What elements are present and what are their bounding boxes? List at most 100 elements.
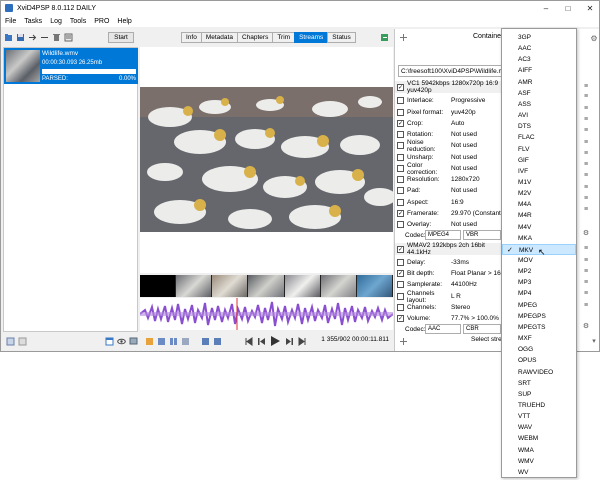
dropdown-item-m4r[interactable]: M4R — [502, 210, 576, 221]
grid-alt-icon[interactable] — [17, 336, 27, 346]
checkbox[interactable] — [397, 187, 404, 194]
checkbox[interactable]: ✓ — [397, 270, 404, 277]
dropdown-item-wma[interactable]: WMA — [502, 445, 576, 456]
dropdown-item-wv[interactable]: WV — [502, 467, 576, 478]
dropdown-item-mp4[interactable]: MP4 — [502, 288, 576, 299]
row-framerate[interactable]: ✓ Framerate: 29.970 (Constant) — [397, 208, 503, 219]
checkbox[interactable] — [397, 304, 404, 311]
grid-icon[interactable] — [5, 336, 15, 346]
dropdown-item-m4v[interactable]: M4V — [502, 222, 576, 233]
chevron-down-icon[interactable]: ▾ — [589, 336, 599, 346]
menu-tasks[interactable]: Tasks — [20, 18, 46, 25]
dropdown-item-ogg[interactable]: OGG — [502, 344, 576, 355]
checkbox[interactable] — [397, 281, 404, 288]
audio-stream-header[interactable]: ✓ WMAV2 192kbps 2ch 16bit 44.1kHz — [395, 242, 505, 256]
window-icon[interactable] — [104, 336, 114, 346]
add-icon[interactable] — [398, 32, 408, 42]
row-color-correction[interactable]: Color correction: Not used — [397, 162, 503, 176]
settings-bars-icon[interactable]: ≡ — [581, 116, 591, 124]
video-mode-select[interactable]: VBR — [463, 230, 501, 240]
video-codec-select[interactable]: MPEG4 — [425, 230, 461, 240]
settings-bars-icon[interactable]: ≡ — [581, 245, 591, 253]
settings-bars-icon[interactable]: ≡ — [581, 172, 591, 180]
minus-icon[interactable] — [39, 32, 49, 42]
tab-chapters[interactable]: Chapters — [236, 32, 274, 43]
dropdown-item-gif[interactable]: GIF — [502, 155, 576, 166]
filmstrip[interactable] — [140, 275, 393, 297]
settings-bars-icon[interactable]: ≡ — [581, 206, 591, 214]
settings-bars-icon[interactable]: ≡ — [581, 290, 591, 298]
checkbox[interactable] — [397, 176, 404, 183]
row-resolution[interactable]: Resolution: 1280x720 — [397, 174, 503, 185]
dropdown-item-opus[interactable]: OPUS — [502, 355, 576, 366]
settings-bars-icon[interactable]: ≡ — [581, 161, 591, 169]
row-channels-layout[interactable]: Channels layout: L R — [397, 290, 503, 304]
dropdown-item-mpeg[interactable]: MPEG — [502, 300, 576, 311]
tab-trim[interactable]: Trim — [272, 32, 296, 43]
dropdown-item-mpegps[interactable]: MPEGPS — [502, 311, 576, 322]
row-overlay[interactable]: Overlay: Not used — [397, 219, 503, 230]
row-volume[interactable]: ✓ Volume: 77.7% > 100.0% -... — [397, 313, 508, 324]
settings-bars-icon[interactable]: ≡ — [581, 150, 591, 158]
dropdown-item-m4a[interactable]: M4A — [502, 199, 576, 210]
dropdown-item-webm[interactable]: WEBM — [502, 433, 576, 444]
list-item[interactable]: Wildlife.wmv 00:00:30.093 26.25mb PARSED… — [4, 48, 138, 84]
dropdown-item-mp2[interactable]: MP2 — [502, 266, 576, 277]
checkbox[interactable] — [397, 259, 404, 266]
row-channels[interactable]: Channels: Stereo — [397, 302, 503, 313]
maximize-icon[interactable]: □ — [557, 1, 579, 15]
image-icon[interactable] — [144, 336, 154, 346]
menu-file[interactable]: File — [1, 18, 20, 25]
dropdown-item-rawvideo[interactable]: RAWVIDEO — [502, 367, 576, 378]
dropdown-item-3gp[interactable]: 3GP — [502, 32, 576, 43]
properties-icon[interactable] — [63, 32, 73, 42]
gear-icon[interactable]: ⚙ — [581, 323, 591, 331]
row-crop[interactable]: ✓ Crop: Auto — [397, 118, 503, 129]
checkbox[interactable] — [397, 131, 404, 138]
export-icon[interactable] — [379, 32, 389, 42]
dropdown-item-vtt[interactable]: VTT — [502, 411, 576, 422]
dropdown-item-avi[interactable]: AVI — [502, 110, 576, 121]
save-icon[interactable] — [15, 32, 25, 42]
source-path-field[interactable]: C:\freesoft100\XviD4PSP\Wildlife.mkv — [398, 65, 502, 77]
audio-codec-select[interactable]: AAC — [425, 324, 461, 334]
minimize-icon[interactable]: – — [535, 1, 557, 15]
settings-bars-icon[interactable]: ≡ — [581, 195, 591, 203]
audio-mode-select[interactable]: CBR — [463, 324, 501, 334]
screen-icon[interactable] — [128, 336, 138, 346]
close-icon[interactable]: ✕ — [579, 1, 599, 15]
video-stream-checkbox[interactable]: ✓ — [397, 83, 404, 91]
start-button[interactable]: Start — [108, 32, 134, 43]
checkbox[interactable]: ✓ — [397, 120, 404, 127]
settings-bars-icon[interactable]: ≡ — [581, 105, 591, 113]
checkbox[interactable] — [397, 97, 404, 104]
checkbox[interactable]: ✓ — [397, 210, 404, 217]
dropdown-item-amr[interactable]: AMR — [502, 77, 576, 88]
gear-icon[interactable]: ⚙ — [581, 230, 591, 238]
menu-pro[interactable]: PRO — [90, 18, 113, 25]
dropdown-item-asf[interactable]: ASF — [502, 88, 576, 99]
row-bit-depth[interactable]: ✓ Bit depth: Float Planar > 16-bit — [397, 268, 510, 279]
settings-bars-icon[interactable]: ≡ — [581, 139, 591, 147]
row-pixel-format[interactable]: Pixel format: yuv420p — [397, 107, 503, 118]
checkbox[interactable] — [397, 199, 404, 206]
eye-icon[interactable] — [116, 336, 126, 346]
row-noise-reduction[interactable]: Noise reduction: Not used — [397, 139, 503, 153]
dropdown-item-mp3[interactable]: MP3 — [502, 277, 576, 288]
checkbox[interactable] — [397, 221, 404, 228]
open-file-icon[interactable] — [3, 32, 13, 42]
dropdown-item-aiff[interactable]: AIFF — [502, 65, 576, 76]
skip-end-icon[interactable] — [296, 336, 306, 346]
row-delay[interactable]: Delay: -33ms — [397, 257, 503, 268]
split-icon[interactable] — [168, 336, 178, 346]
dropdown-item-wmv[interactable]: WMV — [502, 456, 576, 467]
dropdown-item-wav[interactable]: WAV — [502, 422, 576, 433]
settings-bars-icon[interactable]: ≡ — [581, 279, 591, 287]
settings-bars-icon[interactable]: ≡ — [581, 83, 591, 91]
video-stream-header[interactable]: ✓ VC1 5942kbps 1280x720p 16:9 yuv420p — [395, 80, 505, 94]
dropdown-item-m2v[interactable]: M2V — [502, 188, 576, 199]
audio-waveform[interactable] — [139, 298, 394, 330]
menu-log[interactable]: Log — [46, 18, 66, 25]
row-aspect[interactable]: Aspect: 16:9 — [397, 197, 503, 208]
dropdown-item-ivf[interactable]: IVF — [502, 166, 576, 177]
